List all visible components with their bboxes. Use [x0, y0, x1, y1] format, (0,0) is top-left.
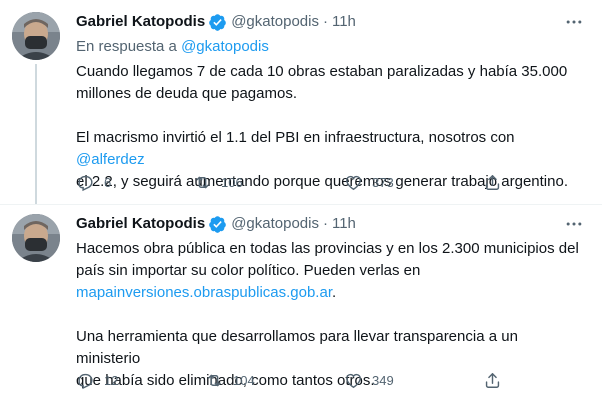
tweet-text-line: mapainversiones.obraspublicas.gob.ar.	[76, 282, 586, 304]
tweet-header: Gabriel Katopodis @gkatopodis · 11h	[76, 214, 562, 234]
reply-prefix: En respuesta a	[76, 38, 177, 55]
tweet-actions: 6 106 373	[76, 173, 516, 193]
like-icon	[346, 175, 361, 191]
retweet-button[interactable]: 104	[205, 371, 255, 390]
retweet-icon	[208, 374, 221, 387]
share-icon	[485, 175, 500, 190]
reply-button[interactable]: 12	[76, 371, 118, 390]
tweet-text-line: El macrismo invirtió el 1.1 del PBI en i…	[76, 127, 586, 171]
share-icon	[485, 373, 500, 388]
thread-connector-line	[35, 64, 37, 205]
author-handle[interactable]: @gkatopodis	[231, 214, 319, 234]
verified-badge-icon	[209, 215, 226, 233]
reply-count: 6	[104, 175, 112, 190]
like-count: 373	[372, 175, 394, 190]
avatar[interactable]	[12, 12, 60, 60]
reply-count: 12	[104, 373, 119, 388]
mention-link[interactable]: @alferdez	[76, 151, 145, 168]
url-link[interactable]: mapainversiones.obraspublicas.gob.ar	[76, 284, 332, 301]
share-button[interactable]	[483, 371, 511, 390]
author-name[interactable]: Gabriel Katopodis	[76, 214, 205, 234]
author-handle[interactable]: @gkatopodis	[231, 12, 319, 32]
tweet-text: Hacemos obra pública en todas las provin…	[76, 238, 586, 392]
like-button[interactable]: 349	[344, 371, 394, 390]
tweet-text-fragment: El macrismo invirtió el 1.1 del PBI en i…	[76, 129, 515, 146]
tweet-text-line: millones de deuda que pagamos.	[76, 85, 297, 102]
timestamp[interactable]: 11h	[332, 214, 356, 234]
retweet-icon	[196, 176, 209, 189]
tweet-text-fragment: .	[332, 284, 337, 301]
verified-badge-icon	[209, 13, 226, 31]
tweet-text-line: Cuando llegamos 7 de cada 10 obras estab…	[76, 63, 568, 80]
timestamp[interactable]: 11h	[332, 12, 356, 32]
retweet-count: 106	[221, 175, 243, 190]
author-name[interactable]: Gabriel Katopodis	[76, 12, 205, 32]
reply-context: En respuesta a @gkatopodis	[76, 37, 269, 57]
separator-dot: ·	[322, 215, 328, 232]
more-icon[interactable]	[564, 12, 584, 32]
reply-icon	[78, 373, 93, 390]
share-button[interactable]	[483, 173, 511, 192]
like-count: 349	[372, 373, 394, 388]
reply-handle-link[interactable]: @gkatopodis	[181, 38, 269, 55]
tweet-header: Gabriel Katopodis @gkatopodis · 11h	[76, 12, 562, 32]
reply-icon	[78, 175, 93, 192]
avatar[interactable]	[12, 214, 60, 262]
like-icon	[346, 373, 361, 389]
tweet-1[interactable]: Gabriel Katopodis @gkatopodis · 11h En r…	[0, 0, 602, 205]
tweet-text-line: Hacemos obra pública en todas las provin…	[76, 240, 579, 257]
tweet-text-line: país sin importar su color político. Pue…	[76, 262, 421, 279]
like-button[interactable]: 373	[344, 173, 394, 192]
tweet-text-line: Una herramienta que desarrollamos para l…	[76, 328, 518, 367]
reply-button[interactable]: 6	[76, 173, 111, 192]
retweet-button[interactable]: 106	[193, 173, 243, 192]
tweet-2[interactable]: Gabriel Katopodis @gkatopodis · 11h Hace…	[0, 205, 602, 404]
separator-dot: ·	[322, 13, 328, 30]
retweet-count: 104	[233, 373, 255, 388]
tweet-actions: 12 104 349	[76, 371, 516, 391]
more-icon[interactable]	[564, 214, 584, 234]
